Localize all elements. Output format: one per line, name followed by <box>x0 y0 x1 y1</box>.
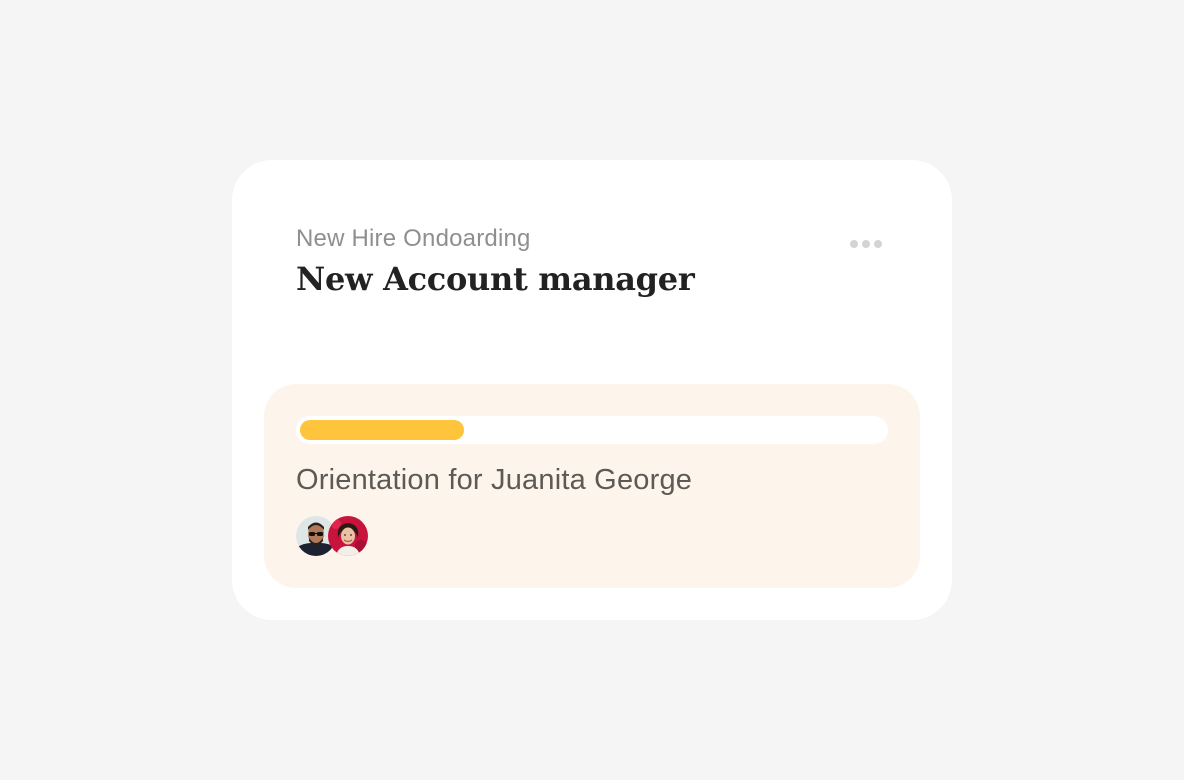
avatar-woman-red-background[interactable] <box>328 516 368 556</box>
assignee-avatars[interactable] <box>296 516 376 556</box>
card-subtitle: New Hire Ondoarding <box>296 225 531 252</box>
card-header: New Hire Ondoarding New Account manager <box>296 224 695 300</box>
task-panel[interactable]: Orientation for Juanita George <box>264 384 920 588</box>
card-title: New Account manager <box>296 260 695 298</box>
task-title[interactable]: Orientation for Juanita George <box>296 462 692 498</box>
more-horizontal-icon <box>850 240 882 248</box>
progress-bar <box>296 416 888 444</box>
onboarding-card[interactable]: New Hire Ondoarding New Account manager … <box>232 160 952 620</box>
progress-fill <box>300 420 464 440</box>
more-options-button[interactable] <box>844 230 888 258</box>
